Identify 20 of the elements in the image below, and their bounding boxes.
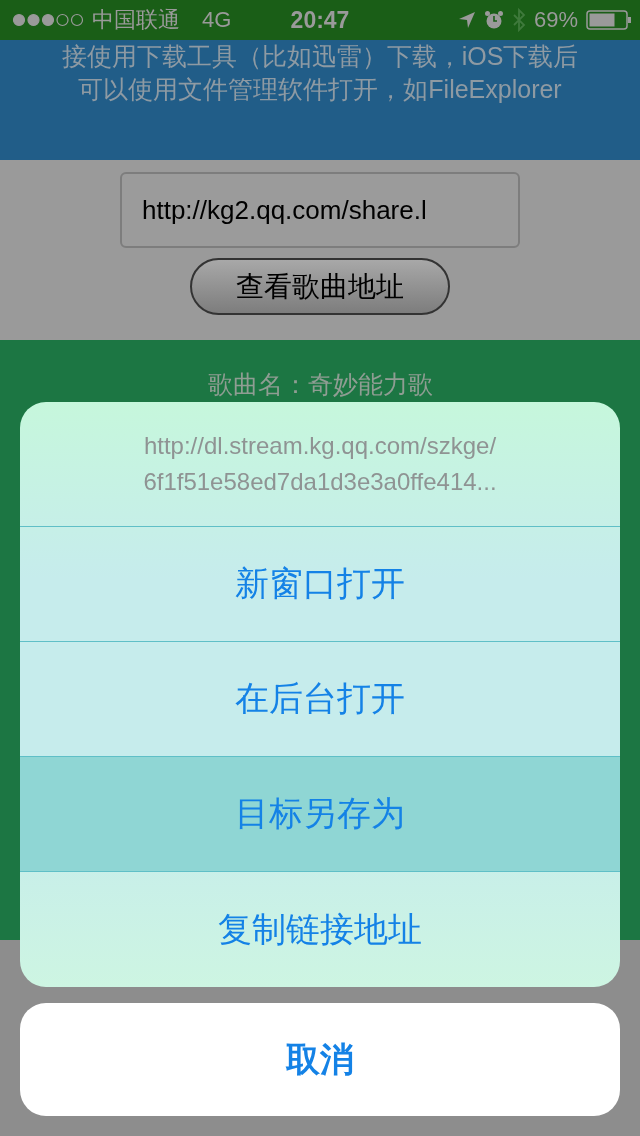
link-url: http://dl.stream.kg.qq.com/szkge/	[143, 431, 497, 461]
signal-icon	[12, 13, 84, 27]
location-icon	[457, 11, 476, 29]
notice-text: 接使用下载工具（比如迅雷）下载，iOS下载后	[61, 41, 579, 72]
alarm-icon	[483, 10, 504, 30]
url-input-field[interactable]: http://kg2.qq.com/share.l	[120, 172, 520, 248]
song-name: 歌曲名：奇妙能力歌	[207, 369, 433, 400]
network-type: 4G	[202, 7, 232, 33]
carrier-name: 中国联通	[92, 6, 180, 34]
battery-percent: 69%	[533, 7, 578, 33]
link-url: 6f1f51e58ed7da1d3e3a0ffe414...	[143, 467, 497, 497]
sheet-action[interactable]: 复制链接地址	[20, 872, 620, 987]
notice-text: 可以使用文件管理软件打开，如FileExplorer	[78, 74, 562, 105]
lookup-button[interactable]: 查看歌曲地址	[190, 258, 450, 315]
sheet-action[interactable]: 目标另存为	[20, 757, 620, 872]
sheet-action[interactable]: 新窗口打开	[20, 527, 620, 642]
clock-time: 20:47	[290, 6, 350, 34]
bluetooth-icon	[511, 8, 526, 32]
battery-icon	[586, 10, 632, 30]
cancel-button[interactable]: 取消	[20, 1003, 620, 1116]
